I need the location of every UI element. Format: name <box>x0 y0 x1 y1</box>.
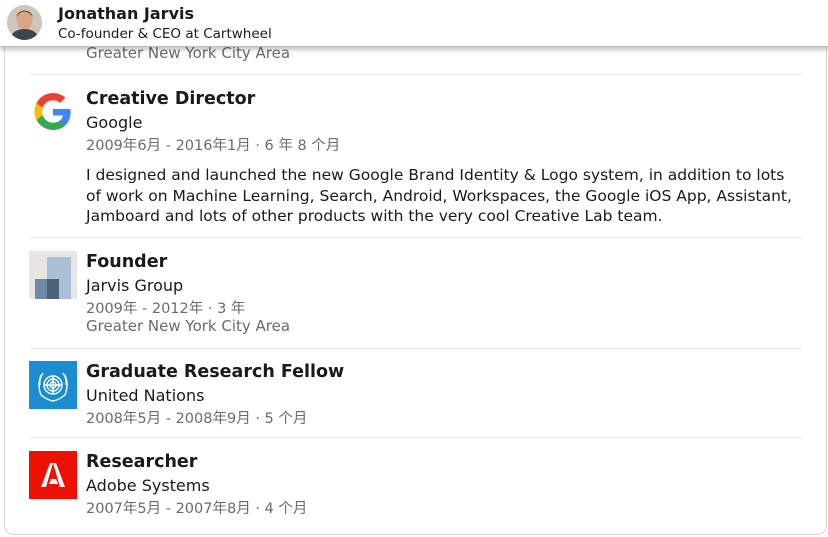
experience-company: Adobe Systems <box>86 476 210 495</box>
united-nations-logo-icon[interactable] <box>29 361 77 409</box>
experience-title: Graduate Research Fellow <box>86 362 345 382</box>
experience-company: Jarvis Group <box>86 276 184 295</box>
divider <box>30 74 802 75</box>
google-logo-icon[interactable] <box>29 88 77 136</box>
experience-company: Google <box>86 113 143 132</box>
jarvis-group-logo-icon[interactable] <box>29 251 77 299</box>
experience-company: United Nations <box>86 386 205 405</box>
divider <box>30 237 802 238</box>
experience-title: Founder <box>86 252 168 272</box>
experience-dates: 2008年5月 - 2008年9月 · 5 个月 <box>86 411 308 427</box>
experience-dates: 2007年5月 - 2007年8月 · 4 个月 <box>86 501 308 517</box>
experience-dates: 2009年 - 2012年 · 3 年 <box>86 301 246 317</box>
experience-title: Creative Director <box>86 89 256 109</box>
experience-dates: 2009年6月 - 2016年1月 · 6 年 8 个月 <box>86 138 341 154</box>
experience-description: I designed and launched the new Google B… <box>86 166 792 225</box>
experience-title: Researcher <box>86 452 198 472</box>
divider <box>30 437 802 438</box>
avatar[interactable] <box>7 5 42 40</box>
profile-name[interactable]: Jonathan Jarvis <box>58 4 194 23</box>
experience-location: Greater New York City Area <box>86 317 291 335</box>
divider <box>30 348 802 349</box>
profile-headline: Co-founder & CEO at Cartwheel <box>58 26 272 42</box>
profile-sticky-header: Jonathan Jarvis Co-founder & CEO at Cart… <box>0 0 828 47</box>
adobe-logo-icon[interactable] <box>29 451 77 499</box>
